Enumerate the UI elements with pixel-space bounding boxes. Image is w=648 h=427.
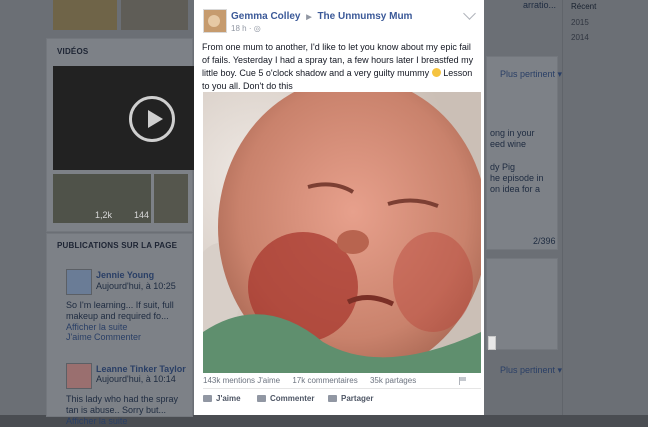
video-thumbnail[interactable]: [154, 174, 188, 223]
post-time[interactable]: 18 h: [231, 24, 247, 33]
post-fragment: dy Pig: [490, 162, 516, 172]
videos-heading: VIDÉOS: [57, 47, 89, 56]
post-snippet: This lady who had the spray tan is abuse…: [66, 394, 188, 427]
year-link[interactable]: 2014: [571, 33, 589, 42]
post-time: Aujourd'hui, à 10:25: [96, 281, 176, 291]
post-author[interactable]: Jennie Young: [96, 270, 154, 281]
separator-dot: ·: [248, 24, 252, 33]
year-link[interactable]: Récent: [571, 2, 596, 11]
photo-thumbnail[interactable]: [53, 0, 117, 30]
comment-label: Commenter: [270, 394, 315, 403]
post-meta: 18 h · ◎: [231, 24, 261, 33]
flag-icon[interactable]: [459, 377, 466, 385]
post-snippet-text: So I'm learning... If suit, full makeup …: [66, 300, 174, 321]
like-label: J'aime: [216, 394, 241, 403]
post-fragment: eed wine: [490, 139, 527, 149]
see-more-link[interactable]: Afficher la suite: [66, 322, 127, 332]
sort-dropdown[interactable]: Plus pertinent ▾: [500, 69, 562, 80]
post-snippet-text: This lady who had the spray tan is abuse…: [66, 394, 179, 415]
share-icon: [328, 395, 337, 402]
scrollbar-thumb[interactable]: [488, 336, 496, 350]
shares-count[interactable]: 35k partages: [370, 376, 416, 385]
photo-thumbnail[interactable]: [121, 0, 188, 30]
reactions-count[interactable]: 143k mentions J'aime: [203, 376, 280, 385]
smiley-emoji-icon: [431, 68, 441, 77]
share-label: Partager: [341, 394, 374, 403]
page-name[interactable]: The Unmumsy Mum: [317, 11, 412, 22]
post-header: Gemma Colley ▶ The Unmumsy Mum: [231, 11, 412, 22]
comment-button[interactable]: Commenter: [257, 394, 314, 403]
sort-dropdown[interactable]: Plus pertinent ▾: [500, 365, 562, 376]
post-fragment: on idea for a: [490, 184, 541, 194]
avatar[interactable]: [66, 269, 92, 295]
page-counter: 2/396: [533, 236, 556, 246]
author-avatar[interactable]: [203, 9, 227, 33]
see-more-link[interactable]: Afficher la suite: [66, 416, 127, 426]
play-icon[interactable]: [129, 96, 175, 142]
share-button[interactable]: Partager: [328, 394, 373, 403]
post-photo[interactable]: [203, 92, 481, 373]
year-navigation: Récent 2015 2014: [562, 0, 648, 415]
author-name[interactable]: Gemma Colley: [231, 11, 300, 22]
post-fragment: arratio...: [523, 0, 557, 10]
year-link[interactable]: 2015: [571, 18, 589, 27]
post-actions: J'aime Commenter Partager: [203, 394, 481, 408]
avatar[interactable]: [66, 363, 92, 389]
post-text: From one mum to another, I'd like to let…: [202, 41, 480, 93]
baby-photo-image: [203, 92, 481, 373]
post-fragment: ong in your: [490, 128, 535, 138]
video-like-count: 144: [134, 210, 150, 220]
right-card: [486, 56, 558, 250]
post-fragment: he episode in: [490, 173, 544, 183]
chevron-down-icon[interactable]: [463, 7, 476, 20]
right-card: [486, 258, 558, 350]
thumbs-up-icon: [203, 395, 212, 402]
comment-icon: [257, 395, 266, 402]
like-button[interactable]: J'aime: [203, 394, 241, 403]
publications-heading: PUBLICATIONS SUR LA PAGE: [57, 241, 178, 250]
post-stats: 143k mentions J'aime 17k commentaires 35…: [203, 376, 426, 385]
arrow-right-icon: ▶: [306, 14, 312, 21]
divider: [203, 388, 481, 389]
post-snippet: So I'm learning... If suit, full makeup …: [66, 300, 188, 333]
globe-icon: ◎: [253, 24, 261, 33]
video-view-count: 1,2k: [95, 210, 113, 220]
like-link[interactable]: J'aime: [66, 332, 92, 343]
comment-link[interactable]: Commenter: [94, 332, 141, 343]
post-modal: Gemma Colley ▶ The Unmumsy Mum 18 h · ◎ …: [194, 0, 484, 415]
comments-count[interactable]: 17k commentaires: [292, 376, 357, 385]
post-time: Aujourd'hui, à 10:14: [96, 374, 176, 384]
